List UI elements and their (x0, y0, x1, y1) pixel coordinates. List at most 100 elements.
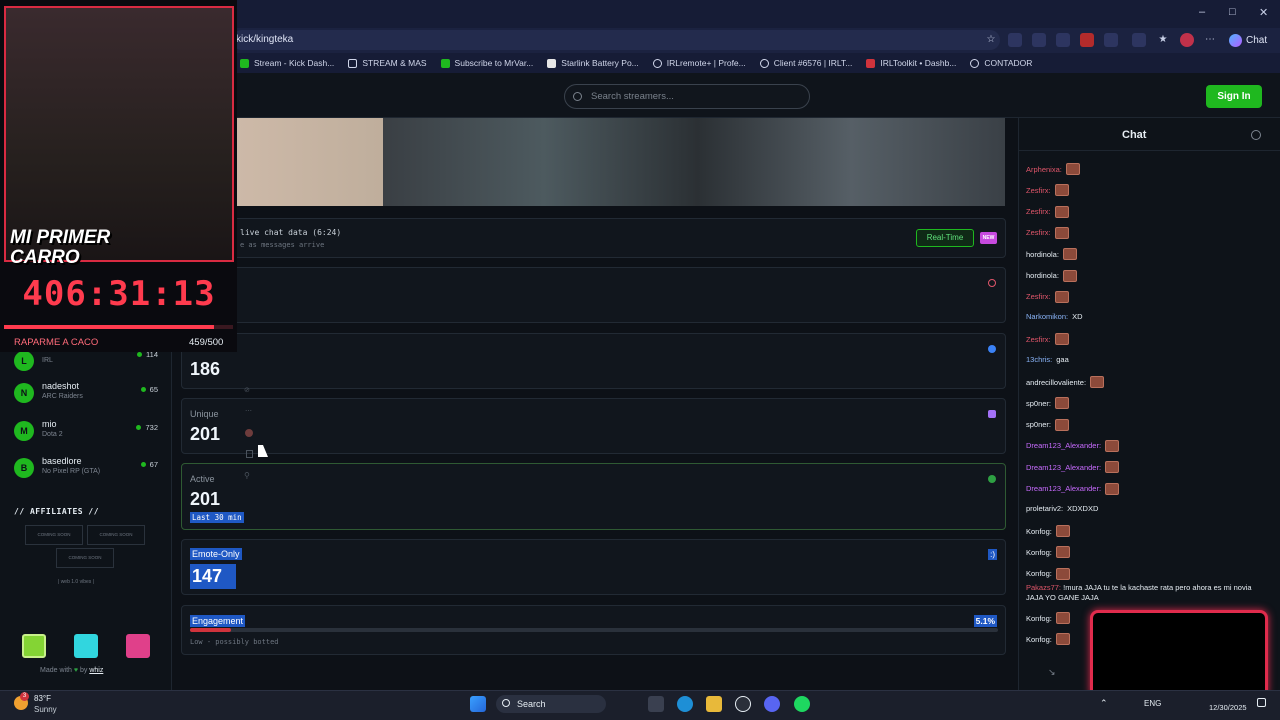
affiliate-slot[interactable]: COMING SOON (87, 525, 145, 545)
chat-username[interactable]: Zesfirx: (1026, 207, 1051, 216)
chat-username[interactable]: proletariv2: (1026, 504, 1063, 513)
avatar: N (14, 383, 34, 403)
task-view-icon[interactable] (648, 696, 664, 712)
bookmark-item[interactable]: Client #6576 | IRLT... (759, 58, 852, 68)
edge-icon[interactable] (677, 696, 693, 712)
sidebar-streamer-item[interactable]: B basedlore No Pixel RP (GTA) 67 (14, 454, 164, 486)
chat-username[interactable]: Dream123_Alexander: (1026, 484, 1101, 493)
minimize-icon[interactable]: – (1199, 6, 1205, 18)
chat-username[interactable]: Zesfirx: (1026, 228, 1051, 237)
chat-settings-gear-icon[interactable] (1251, 130, 1261, 140)
bookmark-item[interactable]: Subscribe to MrVar... (440, 58, 533, 68)
affiliate-slot[interactable]: COMING SOON (56, 548, 114, 568)
chat-username[interactable]: Konfog: (1026, 548, 1052, 557)
chat-username[interactable]: Konfog: (1026, 569, 1052, 578)
favorite-star-icon[interactable]: ☆ (984, 33, 998, 47)
copy-icon[interactable] (246, 450, 253, 458)
bookmark-item[interactable]: IRLremote+ | Profe... (652, 58, 746, 68)
globe-icon (652, 58, 662, 68)
users-icon (988, 410, 996, 418)
kick-icon (440, 58, 450, 68)
sidebar-streamer-item[interactable]: M mio Dota 2 732 (14, 417, 164, 449)
chat-username[interactable]: Zesfirx: (1026, 335, 1051, 344)
obs-icon[interactable] (735, 696, 751, 712)
search-input[interactable]: Search streamers... (564, 84, 810, 109)
address-input[interactable]: kick/kingteka (232, 30, 1000, 50)
emote-icon (1062, 248, 1077, 261)
file-explorer-icon[interactable] (706, 696, 722, 712)
chat-username[interactable]: Konfog: (1026, 635, 1052, 644)
chat-username[interactable]: hordinola: (1026, 271, 1059, 280)
chat-message-text: gaa (1056, 354, 1069, 364)
taskbar-search[interactable]: Search (496, 695, 606, 713)
more-icon[interactable]: ⋯ (245, 407, 252, 415)
bookmark-item[interactable]: CONTADOR (970, 58, 1032, 68)
chat-button-label: Chat (1246, 34, 1268, 46)
chat-username[interactable]: sp0ner: (1026, 420, 1051, 429)
search-placeholder: Search streamers... (591, 91, 674, 102)
chat-username[interactable]: Zesfirx: (1026, 186, 1051, 195)
notification-icon[interactable] (1257, 698, 1266, 707)
bookmark-item[interactable]: IRLToolkit • Dashb... (866, 58, 956, 68)
realtime-toggle[interactable]: Real-Time (916, 229, 974, 247)
input-language[interactable]: ENG (1144, 699, 1161, 708)
maximize-icon[interactable]: □ (1229, 6, 1236, 18)
theme-pink-swatch[interactable] (126, 634, 150, 658)
spotify-icon[interactable] (794, 696, 810, 712)
author-link[interactable]: whiz (89, 667, 103, 674)
affiliate-slot[interactable]: COMING SOON (25, 525, 83, 545)
chat-message: Zesfirx: (1026, 333, 1069, 346)
taskbar-date[interactable]: 12/30/2025 (1209, 703, 1247, 712)
chat-username[interactable]: andrecillovaliente: (1026, 378, 1086, 387)
chat-username[interactable]: Konfog: (1026, 527, 1052, 536)
chat-message: Arphenixa: (1026, 163, 1080, 175)
bookmark-item[interactable]: Starlink Battery Po... (547, 58, 639, 68)
sign-in-button[interactable]: Sign In (1206, 85, 1262, 108)
chat-username[interactable]: Pakazs77: (1026, 583, 1061, 592)
theme-green-swatch[interactable] (22, 634, 46, 658)
chat-username[interactable]: Dream123_Alexander: (1026, 463, 1101, 472)
more-menu-icon[interactable]: ⋯ (1203, 33, 1217, 47)
chat-username[interactable]: Narkomikon: (1026, 312, 1068, 321)
chat-message: hordinola: (1026, 269, 1077, 282)
bookmark-item[interactable]: Stream - Kick Dash... (240, 58, 334, 68)
copilot-icon (1229, 33, 1242, 47)
extension-icon[interactable] (1132, 33, 1146, 47)
stream-preview[interactable] (237, 118, 1005, 206)
profile-avatar[interactable] (1180, 33, 1194, 47)
irltoolkit-icon (866, 58, 876, 68)
copilot-chat-button[interactable]: Chat (1229, 31, 1267, 49)
extension-icon[interactable] (1032, 33, 1046, 47)
chat-username[interactable]: Konfog: (1026, 614, 1052, 623)
chat-username[interactable]: Zesfirx: (1026, 292, 1051, 301)
emote-icon (1055, 633, 1070, 645)
goal-name: RAPARME A CACO (14, 337, 99, 348)
favorites-icon[interactable]: ★ (1156, 33, 1170, 47)
extension-icon[interactable] (1080, 33, 1094, 47)
viewer-count: 732 (136, 423, 158, 432)
chat-username[interactable]: hordinola: (1026, 250, 1059, 259)
chat-username[interactable]: 13chris: (1026, 355, 1052, 364)
bookmark-item[interactable]: STREAM & MAS (348, 58, 427, 68)
tray-chevron-icon[interactable]: ⌃ (1100, 698, 1108, 709)
bookmarks-bar: Stream - Kick Dash... STREAM & MAS Subsc… (232, 53, 1280, 73)
chat-message: Narkomikon: XD (1026, 312, 1083, 321)
collapse-chat-icon[interactable]: ↘ (1048, 667, 1056, 678)
color-icon[interactable] (245, 429, 253, 437)
extension-icon[interactable] (1008, 33, 1022, 47)
streamer-name: mio (42, 419, 57, 429)
discord-icon[interactable] (764, 696, 780, 712)
chat-username[interactable]: Dream123_Alexander: (1026, 441, 1101, 450)
stat-card-unique: Unique 201 (181, 398, 1006, 454)
chat-username[interactable]: sp0ner: (1026, 399, 1051, 408)
close-icon[interactable]: ✕ (1259, 6, 1268, 19)
zoom-icon[interactable]: ⚲ (244, 471, 250, 480)
sidebar-streamer-item[interactable]: N nadeshot ARC Raiders 65 (14, 379, 164, 411)
extension-icon[interactable] (1104, 33, 1118, 47)
windows-start-icon[interactable] (470, 696, 486, 712)
extension-icon[interactable] (1056, 33, 1070, 47)
hide-icon[interactable]: ⊘ (244, 386, 250, 394)
theme-cyan-swatch[interactable] (74, 634, 98, 658)
chat-username[interactable]: Arphenixa: (1026, 165, 1062, 174)
emote-icon (1054, 290, 1069, 303)
